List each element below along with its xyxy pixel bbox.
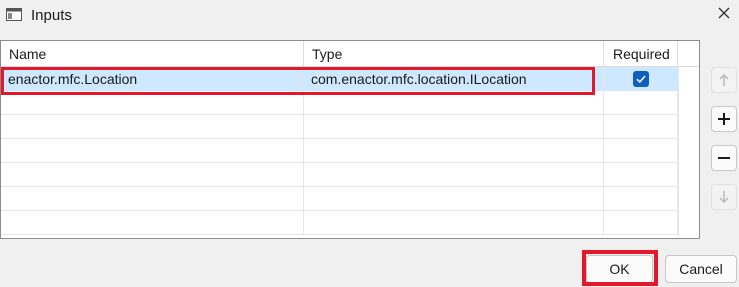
arrow-up-icon bbox=[719, 73, 729, 86]
close-icon[interactable] bbox=[716, 5, 732, 21]
check-icon bbox=[636, 75, 646, 84]
title-bar: Inputs bbox=[0, 0, 739, 34]
arrow-down-icon bbox=[719, 191, 729, 204]
minus-icon bbox=[718, 157, 730, 159]
column-divider bbox=[678, 67, 679, 237]
column-header-required[interactable]: Required bbox=[604, 41, 678, 67]
highlight-ok-annotation bbox=[582, 250, 658, 286]
highlight-row-annotation bbox=[1, 67, 595, 95]
empty-row[interactable] bbox=[1, 139, 678, 163]
cancel-button[interactable]: Cancel bbox=[665, 255, 737, 283]
empty-row[interactable] bbox=[1, 187, 678, 211]
empty-row[interactable] bbox=[1, 163, 678, 187]
required-cell[interactable] bbox=[604, 67, 678, 91]
column-header-type[interactable]: Type bbox=[304, 41, 604, 67]
window-title: Inputs bbox=[31, 7, 72, 24]
add-button[interactable] bbox=[711, 106, 737, 132]
move-down-button[interactable] bbox=[711, 184, 737, 210]
required-checkbox[interactable] bbox=[633, 71, 649, 87]
empty-row[interactable] bbox=[1, 211, 678, 235]
remove-button[interactable] bbox=[711, 145, 737, 171]
window-icon bbox=[6, 8, 22, 21]
column-header-name[interactable]: Name bbox=[1, 41, 304, 67]
header-filler bbox=[678, 41, 699, 67]
empty-row[interactable] bbox=[1, 115, 678, 139]
move-up-button[interactable] bbox=[711, 67, 737, 93]
plus-icon bbox=[718, 113, 730, 125]
